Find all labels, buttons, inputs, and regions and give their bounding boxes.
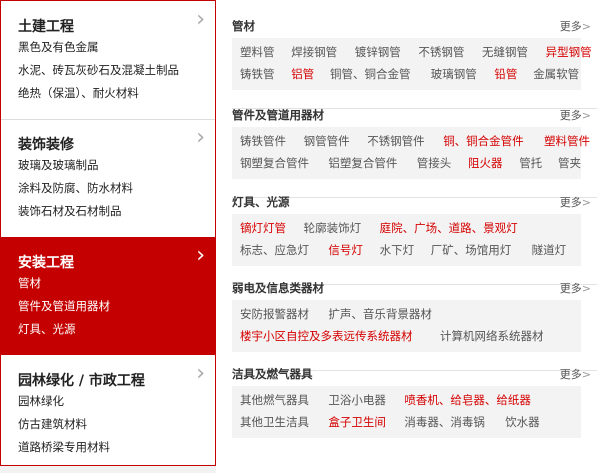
chevron-right-icon: › — [196, 361, 205, 386]
section-heading: 管件及管道用器材 — [232, 108, 324, 122]
subcategory-link[interactable]: 喷香机、给皂器、给纸器 — [404, 392, 531, 408]
subcategory-link[interactable]: 卫浴小电器 — [328, 392, 386, 408]
category-sub-link[interactable]: 管材 — [18, 275, 41, 291]
tag-box: 其他燃气器具 卫浴小电器 喷香机、给皂器、给纸器其他卫生洁具 盒子卫生间 消毒器、消毒锅… — [232, 386, 581, 438]
menu-category[interactable]: 装饰装修 › 玻璃及玻璃制品涂料及防腐、防水材料 装饰石材及石材制品 — [1, 119, 215, 237]
chevron-right-icon: › — [196, 125, 205, 150]
subcategory-link[interactable]: 塑料管件 — [544, 133, 590, 149]
panel-section: 管材 更多> 塑料管 焊接钢管 镀锌钢管 不锈钢管 无缝钢管 异型钢管铸铁管 铝管 铜管、铜合金管… — [232, 18, 597, 109]
subcategory-panel: 管材 更多> 塑料管 焊接钢管 镀锌钢管 不锈钢管 无缝钢管 异型钢管 铸铁管 铝管 铜管、铜合金管… — [216, 0, 600, 473]
menu-divider — [1, 119, 215, 120]
more-link[interactable]: 更多> — [560, 18, 591, 34]
subcategory-link[interactable]: 信号灯 — [328, 242, 363, 258]
panel-section: 管件及管道用器材 更多> 铸铁管件 钢管管件 不锈钢管件 铜、铜合金管件 塑料管件钢塑复合管… — [232, 107, 597, 198]
panel-section: 弱电及信息类器材 更多> 安防报警器材 扩声、音乐背景器材楼宇小区自控及多表远传系统器… — [232, 280, 597, 371]
subcategory-link[interactable]: 消毒器、消毒锅 — [404, 414, 485, 430]
more-arrow-icon: > — [581, 20, 591, 33]
subcategory-link[interactable]: 金属软管 — [533, 66, 579, 82]
subcategory-link[interactable]: 计算机网络系统器材 — [440, 328, 544, 344]
subcategory-link[interactable]: 管接头 — [417, 155, 452, 171]
menu-category[interactable]: 园林绿化 / 市政工程 › 园林绿化仿古建筑材料道路桥梁专用材料 — [1, 355, 215, 473]
category-sub-link[interactable]: 涂料及防腐、防水材料 — [18, 180, 133, 196]
menu-category[interactable]: 安装工程 › 管材管件及管道用器材 灯具、光源 — [1, 237, 215, 355]
subcategory-link[interactable]: 阻火器 — [468, 155, 503, 171]
section-heading: 管材 — [232, 19, 255, 33]
category-sub-link[interactable]: 黑色及有色金属 — [18, 39, 99, 55]
menu-category[interactable]: 土建工程 › 黑色及有色金属水泥、砖瓦灰砂石及混凝土制品 绝热（保温）、耐火材料 — [1, 1, 215, 119]
subcategory-link[interactable]: 钢塑复合管件 — [240, 155, 309, 171]
category-sub-link[interactable]: 管件及管道用器材 — [18, 298, 110, 314]
subcategory-link[interactable]: 镝灯灯管 — [240, 220, 286, 236]
category-title[interactable]: 园林绿化 / 市政工程 — [18, 370, 145, 390]
subcategory-link[interactable]: 盒子卫生间 — [328, 414, 386, 430]
panel-section: 灯具、光源 更多> 镝灯灯管 轮廓装饰灯 庭院、广场、道路、景观灯标志、应急灯 信号灯 水下… — [232, 194, 597, 285]
subcategory-link[interactable]: 焊接钢管 — [291, 44, 337, 60]
more-link[interactable]: 更多> — [560, 366, 591, 382]
subcategory-link[interactable]: 庭院、广场、道路、景观灯 — [380, 220, 518, 236]
subcategory-link[interactable]: 铸铁管件 — [240, 133, 286, 149]
tag-box: 塑料管 焊接钢管 镀锌钢管 不锈钢管 无缝钢管 异型钢管铸铁管 铝管 铜管、铜合金管 玻璃钢管 铅… — [232, 38, 592, 90]
category-sub-link[interactable]: 玻璃及玻璃制品 — [18, 157, 99, 173]
more-label: 更多 — [559, 368, 582, 381]
section-heading: 灯具、光源 — [232, 195, 290, 209]
more-arrow-icon: > — [581, 368, 591, 381]
tag-box: 镝灯灯管 轮廓装饰灯 庭院、广场、道路、景观灯标志、应急灯 信号灯 水下灯 厂矿、场馆用灯… — [232, 214, 581, 266]
subcategory-link[interactable]: 玻璃钢管 — [431, 66, 477, 82]
category-sub-link[interactable]: 园林绿化 — [18, 393, 64, 409]
category-title[interactable]: 装饰装修 — [18, 134, 74, 154]
subcategory-link[interactable]: 安防报警器材 — [240, 306, 309, 322]
more-label: 更多 — [559, 282, 582, 295]
subcategory-link[interactable]: 铝管 — [291, 66, 314, 82]
chevron-right-icon: › — [196, 7, 205, 32]
subcategory-link[interactable]: 厂矿、场馆用灯 — [431, 242, 512, 258]
category-sub-link[interactable]: 灯具、光源 — [18, 321, 76, 337]
category-sub-link[interactable]: 绝热（保温）、耐火材料 — [18, 85, 139, 101]
section-heading: 洁具及燃气器具 — [232, 367, 313, 381]
more-link[interactable]: 更多> — [560, 194, 591, 210]
panel-section: 洁具及燃气器具 更多> 其他燃气器具 卫浴小电器 喷香机、给皂器、给纸器其他卫生洁具 盒子… — [232, 366, 597, 446]
more-arrow-icon: > — [581, 282, 591, 295]
subcategory-link[interactable]: 铜管、铜合金管 — [330, 66, 411, 82]
category-title[interactable]: 安装工程 — [18, 252, 74, 272]
subcategory-link[interactable]: 扩声、音乐背景器材 — [328, 306, 432, 322]
more-label: 更多 — [559, 20, 582, 33]
subcategory-link[interactable]: 异型钢管 — [546, 44, 592, 60]
subcategory-link[interactable]: 铸铁管 — [240, 66, 275, 82]
more-label: 更多 — [559, 196, 582, 209]
subcategory-link[interactable]: 饮水器 — [505, 414, 540, 430]
more-arrow-icon: > — [581, 109, 591, 122]
more-link[interactable]: 更多> — [560, 280, 591, 296]
subcategory-link[interactable]: 镀锌钢管 — [355, 44, 401, 60]
subcategory-link[interactable]: 水下灯 — [380, 242, 415, 258]
subcategory-link[interactable]: 钢管管件 — [304, 133, 350, 149]
category-sub-link[interactable]: 仿古建筑材料 — [18, 416, 87, 432]
subcategory-link[interactable]: 其他燃气器具 — [240, 392, 309, 408]
subcategory-link[interactable]: 无缝钢管 — [482, 44, 528, 60]
subcategory-link[interactable]: 不锈钢管 — [418, 44, 464, 60]
subcategory-link[interactable]: 铝塑复合管件 — [328, 155, 397, 171]
chevron-right-icon: › — [196, 243, 205, 268]
category-title[interactable]: 土建工程 — [18, 16, 74, 36]
more-label: 更多 — [559, 109, 582, 122]
subcategory-link[interactable]: 塑料管 — [240, 44, 275, 60]
subcategory-link[interactable]: 铜、铜合金管件 — [443, 133, 524, 149]
subcategory-link[interactable]: 不锈钢管件 — [367, 133, 425, 149]
more-link[interactable]: 更多> — [560, 107, 591, 123]
subcategory-link[interactable]: 楼宇小区自控及多表远传系统器材 — [240, 328, 413, 344]
tag-box: 铸铁管件 钢管管件 不锈钢管件 铜、铜合金管件 塑料管件钢塑复合管件 铝塑复合管件 管接头阻… — [232, 127, 590, 179]
subcategory-link[interactable]: 管夹 — [558, 155, 581, 171]
subcategory-link[interactable]: 标志、应急灯 — [240, 242, 309, 258]
subcategory-link[interactable]: 隧道灯 — [532, 242, 567, 258]
category-menu: 土建工程 › 黑色及有色金属水泥、砖瓦灰砂石及混凝土制品 绝热（保温）、耐火材料装饰装… — [0, 0, 216, 466]
category-sub-link[interactable]: 水泥、砖瓦灰砂石及混凝土制品 — [18, 62, 179, 78]
more-arrow-icon: > — [581, 196, 591, 209]
subcategory-link[interactable]: 铅管 — [494, 66, 517, 82]
category-sub-link[interactable]: 装饰石材及石材制品 — [18, 203, 122, 219]
category-sub-link[interactable]: 道路桥梁专用材料 — [18, 439, 110, 455]
subcategory-link[interactable]: 轮廓装饰灯 — [304, 220, 362, 236]
tag-box: 安防报警器材 扩声、音乐背景器材楼宇小区自控及多表远传系统器材 计算机网络系统器材 — [232, 300, 581, 352]
section-heading: 弱电及信息类器材 — [232, 281, 324, 295]
subcategory-link[interactable]: 其他卫生洁具 — [240, 414, 309, 430]
subcategory-link[interactable]: 管托 — [519, 155, 542, 171]
